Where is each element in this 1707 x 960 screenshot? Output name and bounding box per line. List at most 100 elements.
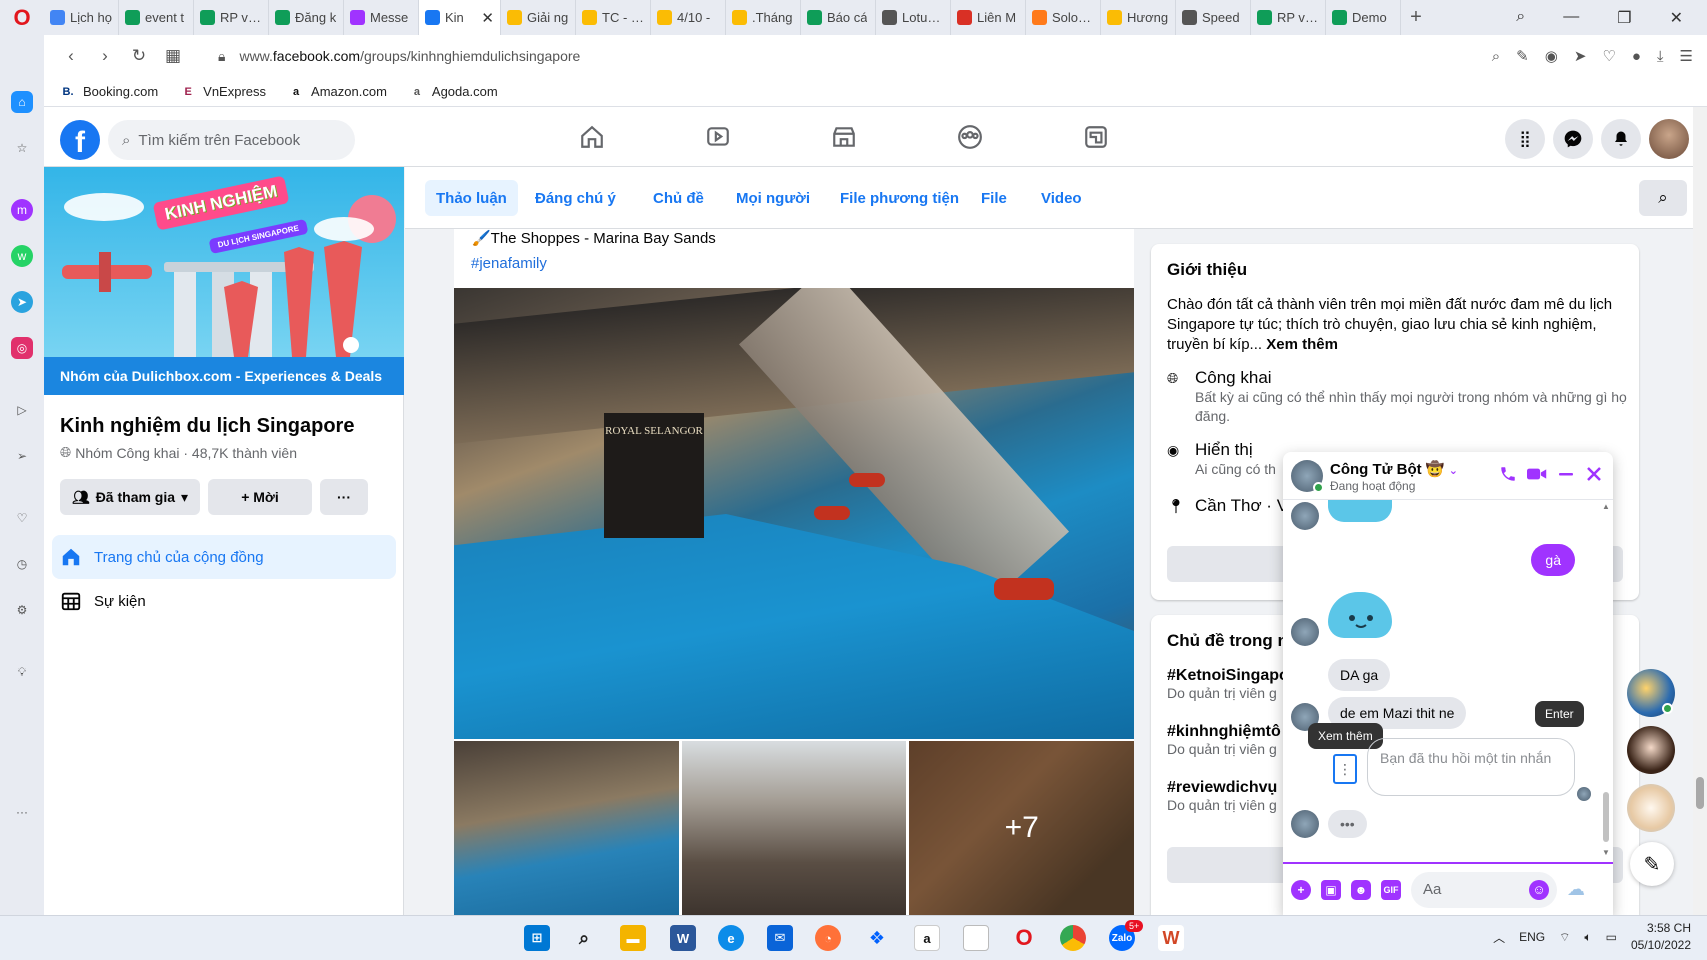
- topic-item[interactable]: #kinhnghiệmtô Do quản trị viên g: [1167, 723, 1281, 757]
- post-main-photo[interactable]: ROYAL SELANGOR: [454, 288, 1134, 739]
- group-owner-strip[interactable]: Nhóm của Dulichbox.com - Experiences & D…: [44, 357, 404, 395]
- bookmark-item[interactable]: B. Booking.com: [60, 84, 159, 100]
- minimize-window-button[interactable]: —: [1563, 8, 1579, 28]
- watch-nav-icon[interactable]: [690, 117, 746, 157]
- close-tab-icon[interactable]: ✕: [481, 9, 494, 27]
- browser-tab[interactable]: event t: [119, 0, 194, 35]
- browser-tab[interactable]: Hương: [1101, 0, 1176, 35]
- sticker-icon[interactable]: ☻: [1351, 879, 1371, 900]
- chat-head-bubble[interactable]: [1627, 784, 1675, 832]
- gif-icon[interactable]: GIF: [1381, 879, 1401, 900]
- chat-message-input[interactable]: Aa ☺: [1411, 871, 1557, 908]
- messenger-button-icon[interactable]: [1553, 119, 1593, 159]
- browser-tab[interactable]: Speed: [1176, 0, 1251, 35]
- forward-button[interactable]: ›: [88, 46, 122, 66]
- home-icon[interactable]: ⌂: [11, 91, 33, 113]
- firefox-icon[interactable]: ◔: [815, 925, 841, 951]
- post-photo-thumb-2[interactable]: [681, 741, 907, 915]
- bookmark-item[interactable]: a Agoda.com: [409, 84, 498, 100]
- volume-icon[interactable]: 🔈︎: [1584, 930, 1591, 945]
- post-photo-thumb-3[interactable]: +7: [909, 741, 1134, 915]
- groups-nav-icon[interactable]: [942, 117, 998, 157]
- heart-icon[interactable]: ♡: [1602, 47, 1615, 65]
- heart-icon[interactable]: ♡: [11, 507, 33, 529]
- voice-call-icon[interactable]: [1499, 465, 1517, 483]
- send-icon[interactable]: ➢: [11, 445, 33, 467]
- message-options-button[interactable]: ⋮: [1333, 754, 1357, 784]
- topic-item[interactable]: #reviewdichvụ Do quản trị viên g: [1167, 779, 1277, 813]
- bookmark-item[interactable]: a Amazon.com: [288, 84, 387, 100]
- sticker-message[interactable]: [1328, 500, 1392, 522]
- group-tab[interactable]: Video: [1030, 180, 1093, 216]
- topic-item[interactable]: #KetnoiSingapo Do quản trị viên g: [1167, 667, 1289, 701]
- browser-tab[interactable]: Báo cá: [801, 0, 876, 35]
- browser-tab[interactable]: Solo 1v: [1026, 0, 1101, 35]
- bookmark-item[interactable]: E VnExpress: [180, 84, 266, 100]
- browser-tab[interactable]: Lịch họ: [44, 0, 119, 35]
- amazon-icon[interactable]: a: [914, 925, 940, 951]
- chat-head-bubble[interactable]: [1627, 726, 1675, 774]
- browser-tab[interactable]: Messe: [344, 0, 419, 35]
- group-tab[interactable]: Chủ đề: [642, 180, 715, 216]
- browser-tab[interactable]: Demo: [1326, 0, 1401, 35]
- wps-icon[interactable]: W: [1158, 925, 1184, 951]
- word-icon[interactable]: W: [670, 925, 696, 951]
- message-outgoing[interactable]: gà: [1531, 544, 1575, 576]
- reload-button[interactable]: ↻: [122, 46, 156, 66]
- back-button[interactable]: ‹: [54, 46, 88, 66]
- clock[interactable]: 3:58 CH 05/10/2022: [1631, 920, 1691, 954]
- search-icon[interactable]: ⌕: [571, 925, 597, 951]
- close-window-button[interactable]: ✕: [1670, 8, 1683, 28]
- tab-grid-icon[interactable]: ▦: [156, 46, 190, 66]
- nav-community-home[interactable]: Trang chủ của cộng đồng: [52, 535, 396, 579]
- chevron-up-icon[interactable]: ︿: [1493, 929, 1505, 946]
- group-search-button[interactable]: ⌕: [1639, 180, 1687, 216]
- browser-tab[interactable]: 4/10 -: [651, 0, 726, 35]
- group-tab[interactable]: Đáng chú ý: [524, 180, 627, 216]
- browser-tab[interactable]: Lotus S: [876, 0, 951, 35]
- lightbulb-icon[interactable]: 💡︎: [11, 661, 33, 683]
- player-icon[interactable]: ▷: [11, 399, 33, 421]
- profile-icon[interactable]: ●: [1632, 48, 1641, 65]
- browser-tab[interactable]: RP và t: [1251, 0, 1326, 35]
- group-tab[interactable]: File: [970, 180, 1018, 216]
- marketplace-nav-icon[interactable]: [816, 117, 872, 157]
- emoji-icon[interactable]: ☺: [1529, 879, 1549, 900]
- more-actions-icon[interactable]: +: [1291, 879, 1311, 900]
- windows-start-icon[interactable]: ⊞: [524, 925, 550, 951]
- facebook-logo-icon[interactable]: f: [60, 120, 100, 160]
- home-nav-icon[interactable]: [564, 117, 620, 157]
- camera-icon[interactable]: ◉: [1545, 47, 1558, 65]
- notifications-bell-icon[interactable]: [1601, 119, 1641, 159]
- mail-icon[interactable]: ✉: [767, 925, 793, 951]
- post-photo-thumb-1[interactable]: [454, 741, 679, 915]
- group-tab[interactable]: Thảo luận: [425, 180, 518, 216]
- gaming-nav-icon[interactable]: [1068, 117, 1124, 157]
- chat-header[interactable]: Công Tử Bột 🤠 ⌄ Đang hoạt động: [1283, 452, 1613, 500]
- battery-icon[interactable]: ▭: [1606, 930, 1617, 944]
- language-indicator[interactable]: ENG: [1519, 930, 1545, 944]
- browser-tab[interactable]: Giải ng: [501, 0, 576, 35]
- chat-scrollbar[interactable]: ▲ ▼: [1602, 502, 1610, 857]
- browser-tab[interactable]: Kin ✕: [419, 0, 501, 35]
- browser-tab[interactable]: .Tháng: [726, 0, 801, 35]
- new-tab-button[interactable]: +: [1401, 6, 1431, 29]
- file-explorer-icon[interactable]: ▬: [620, 925, 646, 951]
- menu-grid-icon[interactable]: ⣿: [1505, 119, 1545, 159]
- joined-button[interactable]: 👥︎ Đã tham gia ▾: [60, 479, 200, 515]
- browser-tab[interactable]: Đăng k: [269, 0, 344, 35]
- chevron-down-icon[interactable]: ⌄: [1449, 465, 1458, 477]
- post-hashtag-link[interactable]: #jenafamily: [471, 255, 547, 272]
- invite-button[interactable]: + Mời: [208, 479, 312, 515]
- settings-icon[interactable]: ⚙: [11, 599, 33, 621]
- sticker-message[interactable]: [1328, 592, 1392, 638]
- dropbox-icon[interactable]: ❖: [864, 925, 890, 951]
- attach-image-icon[interactable]: ▣: [1321, 879, 1341, 900]
- instagram-icon[interactable]: ◎: [11, 337, 33, 359]
- more-options-button[interactable]: ···: [320, 479, 368, 515]
- messenger-icon[interactable]: m: [11, 199, 33, 221]
- download-icon[interactable]: ⤓: [1657, 48, 1664, 65]
- facebook-search-input[interactable]: ⌕ Tìm kiếm trên Facebook: [108, 120, 355, 160]
- url-field[interactable]: 🔒︎ www.facebook.com/groups/kinhnghiemdul…: [218, 48, 580, 65]
- star-icon[interactable]: ☆: [11, 137, 33, 159]
